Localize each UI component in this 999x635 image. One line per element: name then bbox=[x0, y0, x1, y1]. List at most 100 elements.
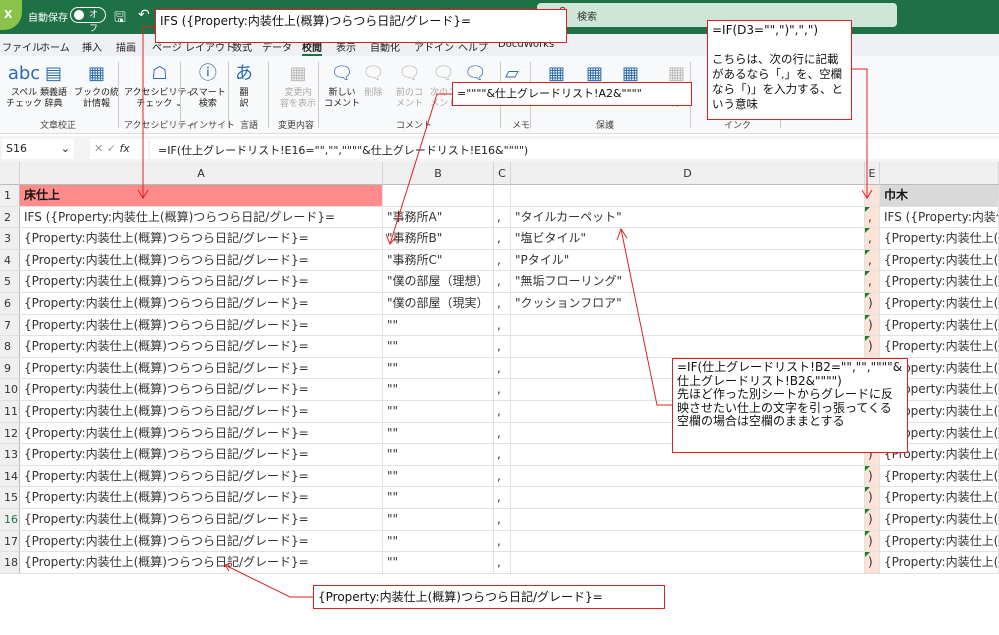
cell-b[interactable]: "" bbox=[383, 422, 494, 444]
row-header[interactable]: 14 bbox=[0, 465, 20, 487]
cell-e[interactable]: ) bbox=[865, 552, 880, 573]
cell-e[interactable]: , bbox=[865, 271, 880, 292]
row-header[interactable]: 18 bbox=[0, 552, 20, 573]
column-header-d[interactable]: D bbox=[511, 162, 865, 185]
row-header[interactable]: 3 bbox=[0, 228, 20, 249]
cell-a[interactable]: {Property:内装仕上(概算)つらつら日記/グレード}= bbox=[20, 509, 383, 530]
ribbon-button[interactable]: ⓘ スマート 検索 bbox=[190, 60, 226, 110]
cell-b[interactable]: "" bbox=[383, 379, 494, 400]
row-header[interactable]: 9 bbox=[0, 357, 20, 379]
cell-a[interactable]: {Property:内装仕上(概算)つらつら日記/グレード}= bbox=[20, 401, 383, 422]
cell-a[interactable]: {Property:内装仕上(概算)つらつら日記/グレード}= bbox=[20, 465, 383, 487]
cell-e[interactable]: ) bbox=[865, 314, 880, 336]
cell-c[interactable] bbox=[494, 185, 511, 206]
name-box[interactable]: S16 ⌄ bbox=[2, 139, 74, 159]
cell-e[interactable]: ) bbox=[865, 530, 880, 552]
column-header-b[interactable]: B bbox=[383, 162, 494, 185]
row-header[interactable]: 16 bbox=[0, 509, 20, 530]
menu-tab[interactable]: 描画 bbox=[116, 39, 136, 54]
cell-a[interactable]: {Property:内装仕上(概算)つらつら日記/グレード}= bbox=[20, 552, 383, 573]
cell-b[interactable]: "事務所B" bbox=[383, 228, 494, 249]
row-header[interactable]: 7 bbox=[0, 314, 20, 336]
column-header-a[interactable]: A bbox=[20, 162, 383, 185]
cell-c[interactable]: , bbox=[494, 552, 511, 573]
cell-e[interactable]: ) bbox=[865, 293, 880, 314]
row-header[interactable]: 2 bbox=[0, 206, 20, 228]
row-header[interactable]: 5 bbox=[0, 271, 20, 292]
cell-f[interactable]: {Property:内装仕上( bbox=[880, 530, 999, 552]
cell-c[interactable]: , bbox=[494, 465, 511, 487]
row-header[interactable]: 10 bbox=[0, 379, 20, 400]
cell-a[interactable]: {Property:内装仕上(概算)つらつら日記/グレード}= bbox=[20, 357, 383, 379]
cell-b[interactable]: "事務所C" bbox=[383, 249, 494, 271]
ribbon-button[interactable]: ☖ アクセシビリティ チェック ⌄ bbox=[124, 60, 195, 110]
cell-f[interactable]: {Property:内装仕上( bbox=[880, 228, 999, 249]
column-header-f[interactable] bbox=[880, 162, 999, 185]
cell-b[interactable]: "" bbox=[383, 509, 494, 530]
cell-a[interactable]: {Property:内装仕上(概算)つらつら日記/グレード}= bbox=[20, 271, 383, 292]
ribbon-button[interactable]: あ翻 訳 bbox=[235, 60, 253, 110]
cell-c[interactable]: , bbox=[494, 444, 511, 465]
cell-d[interactable] bbox=[511, 336, 865, 357]
cell-c[interactable]: , bbox=[494, 379, 511, 400]
ribbon-button[interactable]: 🗨 新しい コメント bbox=[324, 60, 360, 110]
cell-a[interactable]: {Property:内装仕上(概算)つらつら日記/グレード}= bbox=[20, 379, 383, 400]
cell-e[interactable]: , bbox=[865, 249, 880, 271]
cell-d[interactable]: "無垢フローリング" bbox=[511, 271, 865, 292]
cell-e[interactable]: ) bbox=[865, 465, 880, 487]
row-header[interactable]: 12 bbox=[0, 422, 20, 444]
cell-f[interactable]: {Property:内装仕上( bbox=[880, 293, 999, 314]
cell-a[interactable]: {Property:内装仕上(概算)つらつら日記/グレード}= bbox=[20, 336, 383, 357]
cell-c[interactable]: , bbox=[494, 401, 511, 422]
ribbon-button[interactable]: ▤ 類義語 辞典 bbox=[40, 60, 67, 110]
cell-d[interactable]: "Pタイル" bbox=[511, 249, 865, 271]
cell-a[interactable]: {Property:内装仕上(概算)つらつら日記/グレード}= bbox=[20, 293, 383, 314]
cell-e[interactable] bbox=[865, 185, 880, 206]
confirm-icon[interactable]: ✓ bbox=[107, 142, 116, 155]
autosave-toggle[interactable]: オフ bbox=[70, 7, 106, 34]
cell-b[interactable]: "" bbox=[383, 552, 494, 573]
cell-d[interactable]: "塩ビタイル" bbox=[511, 228, 865, 249]
row-header[interactable]: 1 bbox=[0, 185, 20, 206]
cell-c[interactable]: , bbox=[494, 206, 511, 228]
cell-a[interactable]: {Property:内装仕上(概算)つらつら日記/グレード}= bbox=[20, 444, 383, 465]
cell-b[interactable]: "" bbox=[383, 401, 494, 422]
ribbon-button[interactable]: 🗨 前のコ メント bbox=[396, 60, 423, 110]
cell-c[interactable]: , bbox=[494, 530, 511, 552]
cell-d[interactable] bbox=[511, 509, 865, 530]
cell-e[interactable]: , bbox=[865, 228, 880, 249]
row-header[interactable]: 6 bbox=[0, 293, 20, 314]
cell-d[interactable] bbox=[511, 487, 865, 508]
cell-f[interactable]: {Property:内装仕上( bbox=[880, 314, 999, 336]
cell-c[interactable]: , bbox=[494, 293, 511, 314]
cell-d[interactable] bbox=[511, 314, 865, 336]
cell-a[interactable]: {Property:内装仕上(概算)つらつら日記/グレード}= bbox=[20, 530, 383, 552]
cell-f[interactable]: IFS ({Property:内装仕上 bbox=[880, 206, 999, 228]
cell-b[interactable]: "僕の部屋（現実） bbox=[383, 293, 494, 314]
cell-d[interactable] bbox=[511, 465, 865, 487]
cell-d[interactable]: "タイルカーペット" bbox=[511, 206, 865, 228]
cell-b[interactable]: "事務所A" bbox=[383, 206, 494, 228]
ribbon-button[interactable]: ▦ 変更内 容を表示 bbox=[280, 60, 316, 110]
menu-tab[interactable]: 挿入 bbox=[82, 39, 102, 54]
ribbon-button[interactable]: abc スペル チェック bbox=[6, 60, 42, 110]
cell-f[interactable]: {Property:内装仕上( bbox=[880, 465, 999, 487]
cell-f[interactable]: {Property:内装仕上( bbox=[880, 552, 999, 573]
cell-b[interactable]: "" bbox=[383, 336, 494, 357]
cell-b[interactable] bbox=[383, 185, 494, 206]
cell-a[interactable]: IFS ({Property:内装仕上(概算)つらつら日記/グレード}= bbox=[20, 206, 383, 228]
cell-f[interactable]: {Property:内装仕上( bbox=[880, 487, 999, 508]
cell-c[interactable]: , bbox=[494, 487, 511, 508]
cell-c[interactable]: , bbox=[494, 228, 511, 249]
cell-c[interactable]: , bbox=[494, 509, 511, 530]
cell-c[interactable]: , bbox=[494, 271, 511, 292]
menu-tab[interactable]: ホーム bbox=[40, 39, 70, 54]
cell-f[interactable]: {Property:内装仕上( bbox=[880, 249, 999, 271]
cancel-icon[interactable]: ✕ bbox=[94, 142, 103, 155]
cell-c[interactable]: , bbox=[494, 357, 511, 379]
cell-a[interactable]: 床仕上 bbox=[20, 185, 383, 206]
cell-e[interactable]: , bbox=[865, 206, 880, 228]
menu-tab[interactable]: ファイル bbox=[2, 39, 42, 54]
cell-b[interactable]: "" bbox=[383, 357, 494, 379]
column-header-c[interactable]: C bbox=[494, 162, 511, 185]
